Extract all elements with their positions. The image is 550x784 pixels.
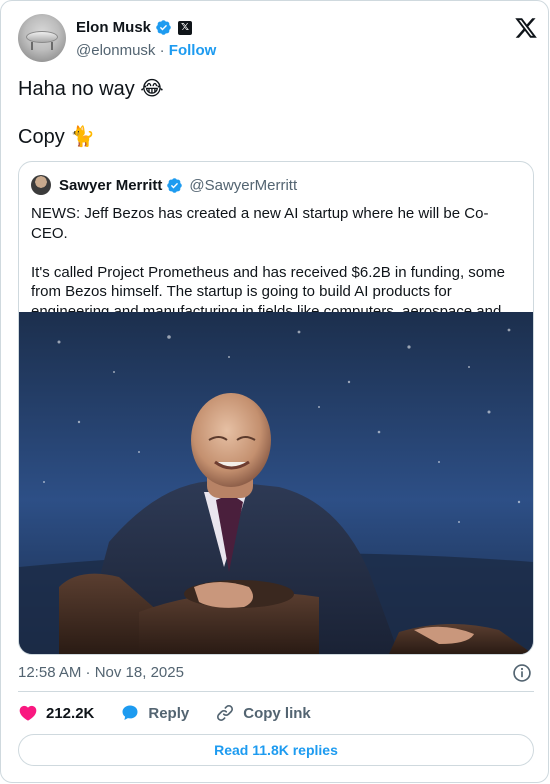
author-avatar[interactable] bbox=[18, 14, 66, 62]
verified-badge-icon bbox=[156, 20, 171, 35]
reply-bubble-icon bbox=[122, 705, 138, 720]
quote-avatar bbox=[31, 175, 51, 195]
quote-text: NEWS: Jeff Bezos has created a new AI st… bbox=[31, 205, 505, 320]
x-logo-icon[interactable] bbox=[514, 16, 538, 40]
tweet-header: Elon Musk 𝕏 @elonmusk · Follow bbox=[18, 14, 538, 64]
author-name[interactable]: Elon Musk bbox=[76, 19, 151, 36]
copy-link-label: Copy link bbox=[243, 704, 311, 722]
reply-label: Reply bbox=[148, 704, 190, 722]
divider bbox=[18, 691, 534, 692]
tweet-timestamp[interactable]: 12:58 AM · Nov 18, 2025 bbox=[18, 664, 184, 681]
copy-link-button[interactable]: Copy link bbox=[215, 703, 311, 723]
quoted-tweet[interactable]: Sawyer Merritt @SawyerMerritt NEWS: Jeff… bbox=[18, 161, 534, 655]
tweet-card: Elon Musk 𝕏 @elonmusk · Follow Haha no w… bbox=[0, 0, 549, 783]
handle-separator: · bbox=[159, 42, 165, 59]
like-button[interactable]: 212.2K bbox=[18, 703, 94, 723]
author-handle-row: @elonmusk · Follow bbox=[76, 42, 216, 59]
reply-button[interactable]: Reply bbox=[120, 703, 189, 723]
info-icon[interactable] bbox=[512, 663, 532, 683]
author-name-row: Elon Musk 𝕏 bbox=[76, 19, 193, 36]
quote-author-name: Sawyer Merritt bbox=[59, 176, 163, 194]
tweet-text: Haha no way 😂 Copy 🐈 bbox=[18, 78, 164, 148]
like-count: 212.2K bbox=[46, 704, 95, 722]
tweet-actions: 212.2K Reply Copy link bbox=[18, 703, 337, 723]
read-replies-button[interactable]: Read 11.8K replies bbox=[18, 734, 534, 766]
heart-icon bbox=[19, 705, 37, 721]
quote-media-image[interactable] bbox=[19, 312, 533, 654]
quote-author-handle: @SawyerMerritt bbox=[189, 176, 298, 194]
author-handle[interactable]: @elonmusk bbox=[76, 42, 155, 59]
link-icon bbox=[217, 704, 234, 722]
quote-header: Sawyer Merritt @SawyerMerritt bbox=[31, 175, 297, 195]
x-badge-icon: 𝕏 bbox=[178, 20, 193, 35]
verified-badge-icon bbox=[167, 177, 183, 193]
follow-button[interactable]: Follow bbox=[169, 42, 217, 59]
